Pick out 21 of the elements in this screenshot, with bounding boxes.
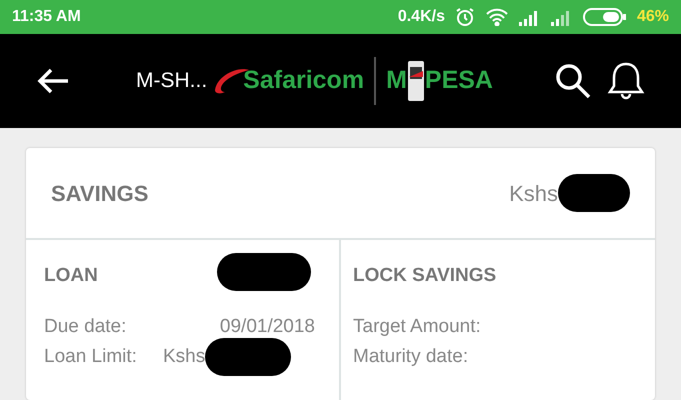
battery-percent: 46% (636, 7, 669, 28)
network-speed: 0.4K/s (398, 7, 445, 28)
savings-title: SAVINGS (51, 180, 148, 208)
field-value: Kshs (162, 344, 206, 369)
back-arrow-icon[interactable] (36, 67, 70, 96)
battery-icon (582, 7, 627, 28)
lock-savings-title: LOCK SAVINGS (353, 264, 496, 288)
wifi-icon (484, 8, 509, 26)
savings-amount: Kshs (509, 180, 558, 208)
field-label: Target Amount: (353, 314, 481, 339)
loan-title: LOAN (44, 264, 98, 288)
field-label: Maturity date: (353, 344, 468, 369)
field-label: Loan Limit: (44, 344, 137, 369)
alarm-icon (454, 7, 475, 28)
service-logo: M PESA (386, 59, 493, 104)
phone-icon (406, 59, 425, 104)
brand-logo: Safaricom (243, 65, 364, 96)
field-label: Due date: (44, 314, 126, 339)
page-title: M-SH... (136, 68, 208, 94)
field-value: 09/01/2018 (220, 314, 315, 339)
clock-time: 11:35 AM (12, 7, 81, 28)
